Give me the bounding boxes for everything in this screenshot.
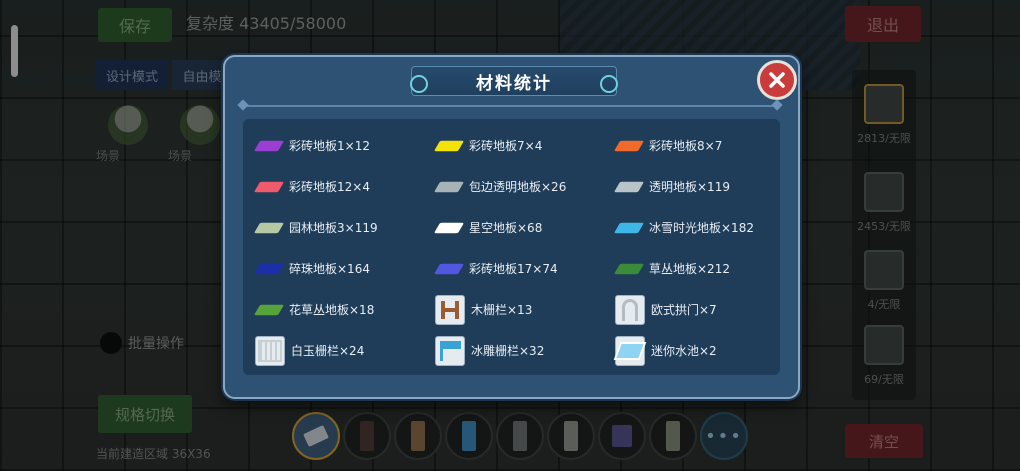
grass-floor-tile-icon: [613, 255, 645, 283]
material-item: 冰雪时光地板×182: [613, 207, 785, 248]
material-item: 木栅栏×13: [435, 289, 615, 330]
dialog-title-band: 材料统计: [410, 66, 618, 96]
blue-purple-floor-tile-icon: [433, 255, 465, 283]
dialog-title: 材料统计: [476, 73, 552, 94]
flower-grass-tile-icon: [253, 296, 285, 324]
material-item: 彩砖地板1×12: [253, 125, 435, 166]
material-item-label: 透明地板×119: [649, 180, 730, 194]
ornament-left-icon: [410, 75, 428, 93]
purple-floor-tile-icon: [253, 132, 285, 160]
material-item: 透明地板×119: [613, 166, 785, 207]
material-item: 星空地板×68: [433, 207, 615, 248]
material-item-label: 包边透明地板×26: [469, 180, 567, 194]
ice-fence-icon: [435, 335, 465, 366]
material-item-label: 迷你水池×2: [651, 344, 717, 358]
jade-fence-icon: [255, 335, 285, 366]
material-list-panel: 彩砖地板1×12 彩砖地板7×4 彩砖地板8×7 彩砖地板12×4 包边透明地板×26 透…: [243, 119, 780, 375]
material-item-label: 碎珠地板×164: [289, 262, 370, 276]
material-item: 冰雕栅栏×32: [435, 330, 615, 371]
ice-floor-tile-icon: [613, 214, 645, 242]
close-button[interactable]: [757, 60, 797, 100]
material-item-label: 彩砖地板7×4: [469, 139, 543, 153]
material-item-label: 彩砖地板8×7: [649, 139, 723, 153]
material-item-label: 白玉栅栏×24: [291, 344, 365, 358]
clear-floor-tile-icon: [613, 173, 645, 201]
material-item-label: 冰雪时光地板×182: [649, 221, 754, 235]
material-item-label: 彩砖地板17×74: [469, 262, 558, 276]
yellow-floor-tile-icon: [433, 132, 465, 160]
material-item: 草丛地板×212: [613, 248, 785, 289]
material-item: 彩砖地板8×7: [613, 125, 785, 166]
material-item-label: 欧式拱门×7: [651, 303, 717, 317]
glass-floor-tile-icon: [433, 173, 465, 201]
wood-fence-icon: [435, 294, 465, 325]
material-item-label: 冰雕栅栏×32: [471, 344, 545, 358]
material-item: 白玉栅栏×24: [255, 330, 435, 371]
material-item: 花草丛地板×18: [253, 289, 435, 330]
material-item: 彩砖地板12×4: [253, 166, 435, 207]
material-item: 欧式拱门×7: [615, 289, 785, 330]
mini-pool-icon: [613, 335, 647, 366]
material-item-label: 花草丛地板×18: [289, 303, 375, 317]
material-item: 彩砖地板17×74: [433, 248, 615, 289]
ornament-right-icon: [600, 75, 618, 93]
material-item: 园林地板3×119: [253, 207, 435, 248]
material-item-label: 彩砖地板1×12: [289, 139, 370, 153]
material-item: 彩砖地板7×4: [433, 125, 615, 166]
title-divider: [245, 105, 775, 107]
orange-floor-tile-icon: [613, 132, 645, 160]
material-item: 包边透明地板×26: [433, 166, 615, 207]
bead-floor-tile-icon: [253, 255, 285, 283]
pink-floor-tile-icon: [253, 173, 285, 201]
close-icon: [769, 72, 785, 88]
material-item-label: 星空地板×68: [469, 221, 543, 235]
material-item: 迷你水池×2: [613, 330, 785, 371]
material-stats-dialog: 材料统计 彩砖地板1×12 彩砖地板7×4 彩砖地板8×7 彩砖地板12×4 包边透明地…: [223, 55, 800, 399]
material-item: 碎珠地板×164: [253, 248, 435, 289]
starry-floor-tile-icon: [433, 214, 465, 242]
material-item-label: 草丛地板×212: [649, 262, 730, 276]
arch-door-icon: [615, 294, 645, 325]
material-item-label: 园林地板3×119: [289, 221, 378, 235]
garden-floor-tile-icon: [253, 214, 285, 242]
material-item-label: 木栅栏×13: [471, 303, 533, 317]
material-grid: 彩砖地板1×12 彩砖地板7×4 彩砖地板8×7 彩砖地板12×4 包边透明地板×26 透…: [253, 125, 785, 371]
material-item-label: 彩砖地板12×4: [289, 180, 370, 194]
